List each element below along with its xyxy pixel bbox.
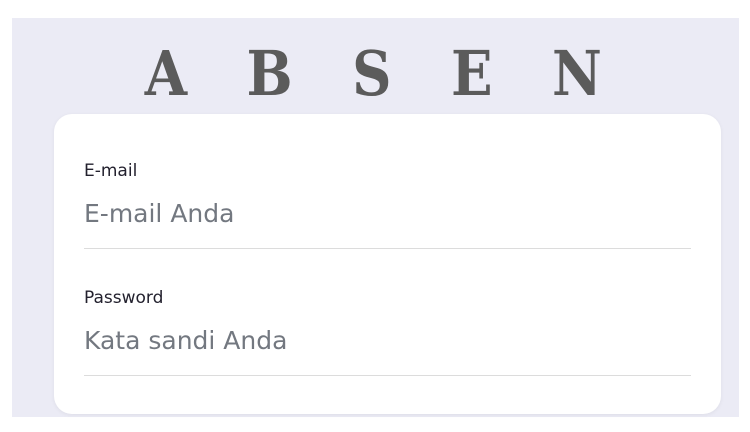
email-field-group: E-mail: [84, 161, 691, 249]
app-title: A B S E N: [144, 37, 623, 110]
email-input[interactable]: [84, 199, 691, 249]
email-label: E-mail: [84, 161, 138, 181]
password-input[interactable]: [84, 326, 691, 376]
login-screen: A B S E N E-mail Password: [12, 18, 739, 417]
password-label: Password: [84, 288, 164, 308]
password-field-group: Password: [84, 288, 691, 376]
login-card: E-mail Password: [54, 114, 721, 414]
